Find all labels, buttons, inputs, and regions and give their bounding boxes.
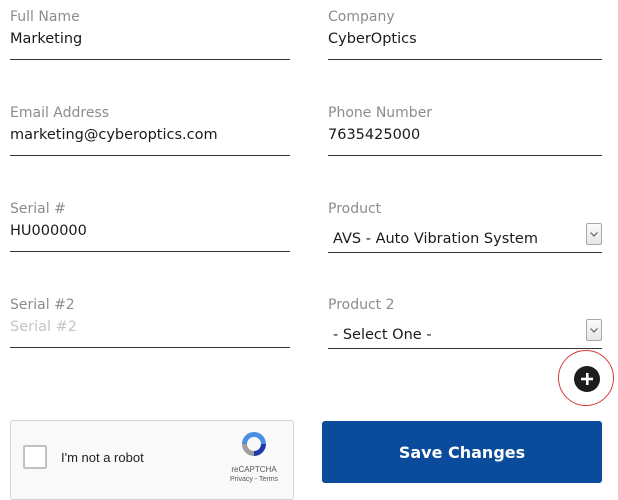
product2-select[interactable]: - Select One -	[328, 313, 602, 349]
full-name-field: Full Name Marketing	[10, 9, 290, 65]
company-underline	[328, 59, 602, 60]
full-name-underline	[10, 59, 290, 60]
email-field: Email Address marketing@cyberoptics.com	[10, 105, 290, 161]
serial2-label: Serial #2	[10, 297, 75, 313]
serial2-input[interactable]: Serial #2	[10, 319, 77, 335]
company-input[interactable]: CyberOptics	[328, 31, 417, 47]
product-select[interactable]: AVS - Auto Vibration System	[328, 217, 602, 253]
phone-field: Phone Number 7635425000	[328, 105, 602, 161]
save-changes-button[interactable]: Save Changes	[322, 421, 602, 483]
full-name-label: Full Name	[10, 9, 80, 25]
product-field: Product AVS - Auto Vibration System	[328, 201, 602, 257]
phone-underline	[328, 155, 602, 156]
product2-field: Product 2 - Select One -	[328, 297, 602, 353]
email-label: Email Address	[10, 105, 110, 121]
product-dropdown-arrow[interactable]	[586, 223, 602, 245]
company-field: Company CyberOptics	[328, 9, 602, 65]
recaptcha-label: I'm not a robot	[61, 450, 144, 465]
serial-underline	[10, 251, 290, 252]
serial-field: Serial # HU000000	[10, 201, 290, 257]
product2-dropdown-arrow[interactable]	[586, 319, 602, 341]
phone-input[interactable]: 7635425000	[328, 127, 420, 143]
product2-label: Product 2	[328, 297, 395, 313]
recaptcha-brand: reCAPTCHA	[231, 465, 277, 474]
email-underline	[10, 155, 290, 156]
company-label: Company	[328, 9, 395, 25]
full-name-input[interactable]: Marketing	[10, 31, 82, 47]
recaptcha-logo-icon	[242, 432, 266, 456]
recaptcha-widget: I'm not a robot reCAPTCHA Privacy - Term…	[10, 420, 294, 500]
serial-input[interactable]: HU000000	[10, 223, 87, 239]
serial2-field: Serial #2 Serial #2	[10, 297, 290, 353]
chevron-down-icon	[590, 232, 598, 237]
product-selected-value: AVS - Auto Vibration System	[333, 231, 538, 247]
product2-selected-value: - Select One -	[333, 327, 432, 343]
email-input[interactable]: marketing@cyberoptics.com	[10, 127, 218, 143]
recaptcha-privacy-terms[interactable]: Privacy - Terms	[219, 476, 289, 483]
add-product-button[interactable]	[574, 366, 600, 392]
serial-label: Serial #	[10, 201, 66, 217]
serial2-underline	[10, 347, 290, 348]
chevron-down-icon	[590, 328, 598, 333]
phone-label: Phone Number	[328, 105, 433, 121]
plus-circle-icon	[581, 373, 593, 385]
product-label: Product	[328, 201, 382, 217]
recaptcha-checkbox[interactable]	[23, 445, 47, 469]
